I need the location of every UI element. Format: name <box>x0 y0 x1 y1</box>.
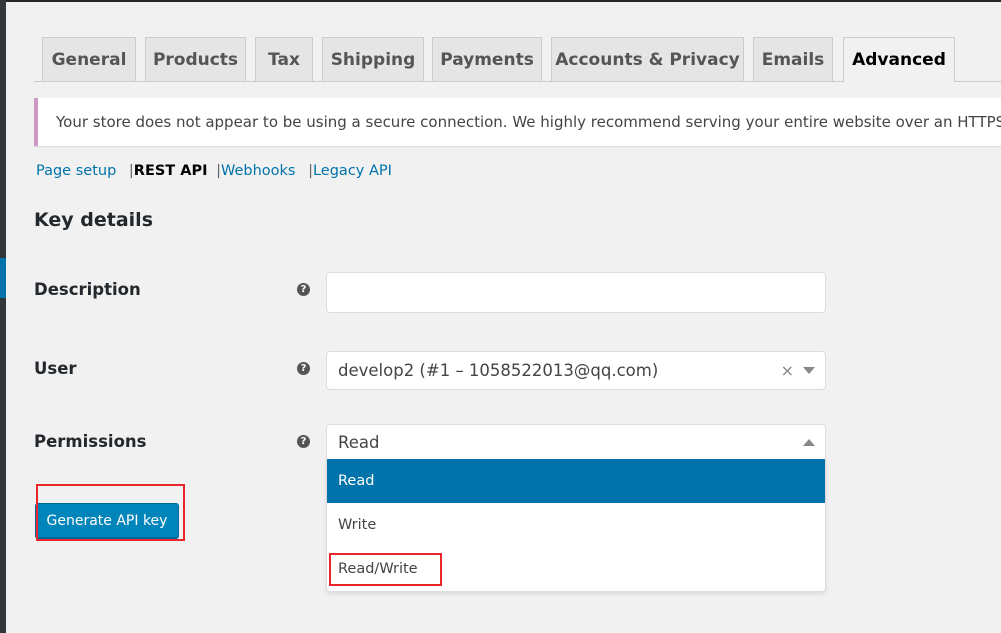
option-write[interactable]: Write <box>327 503 825 547</box>
subnav-page-setup[interactable]: Page setup <box>36 163 116 179</box>
tab-payments[interactable]: Payments <box>432 37 542 81</box>
notice-text: Your store does not appear to be using a… <box>56 113 1001 131</box>
description-label: Description <box>34 280 141 299</box>
annotation-box <box>36 484 185 541</box>
description-input[interactable] <box>326 272 826 313</box>
subnav-rest-api[interactable]: REST API <box>134 163 208 179</box>
user-select[interactable]: develop2 (#1 – 1058522013@qq.com) × <box>326 351 826 390</box>
permissions-select[interactable]: Read <box>326 424 826 460</box>
section-title: Key details <box>34 209 154 231</box>
help-icon[interactable]: ? <box>297 362 310 375</box>
help-icon[interactable]: ? <box>297 435 310 448</box>
annotation-box <box>329 553 442 586</box>
https-warning-notice: Your store does not appear to be using a… <box>34 98 1001 146</box>
tab-shipping[interactable]: Shipping <box>322 37 424 81</box>
subnav-webhooks[interactable]: Webhooks <box>221 163 296 179</box>
option-read[interactable]: Read <box>327 459 825 503</box>
help-icon[interactable]: ? <box>297 283 310 296</box>
tab-advanced[interactable]: Advanced <box>843 37 955 82</box>
permissions-value: Read <box>338 433 380 452</box>
tab-general[interactable]: General <box>42 37 136 81</box>
tab-tax[interactable]: Tax <box>255 37 313 81</box>
admin-sidebar <box>0 0 6 633</box>
user-value: develop2 (#1 – 1058522013@qq.com) <box>338 361 659 380</box>
chevron-down-icon[interactable] <box>803 367 815 374</box>
subnav-legacy-api[interactable]: Legacy API <box>313 163 392 179</box>
tab-accounts-privacy[interactable]: Accounts & Privacy <box>551 37 744 81</box>
current-menu-indicator <box>0 258 6 298</box>
user-label: User <box>34 359 77 378</box>
advanced-subnav: Page setup |REST API |Webhooks |Legacy A… <box>36 163 392 179</box>
permissions-label: Permissions <box>34 432 147 451</box>
tab-products[interactable]: Products <box>145 37 246 81</box>
settings-tabs: General Products Tax Shipping Payments A… <box>34 37 1001 82</box>
admin-top-bar <box>0 0 1001 2</box>
tab-emails[interactable]: Emails <box>753 37 833 81</box>
clear-icon[interactable]: × <box>781 361 794 380</box>
chevron-up-icon[interactable] <box>803 439 815 446</box>
